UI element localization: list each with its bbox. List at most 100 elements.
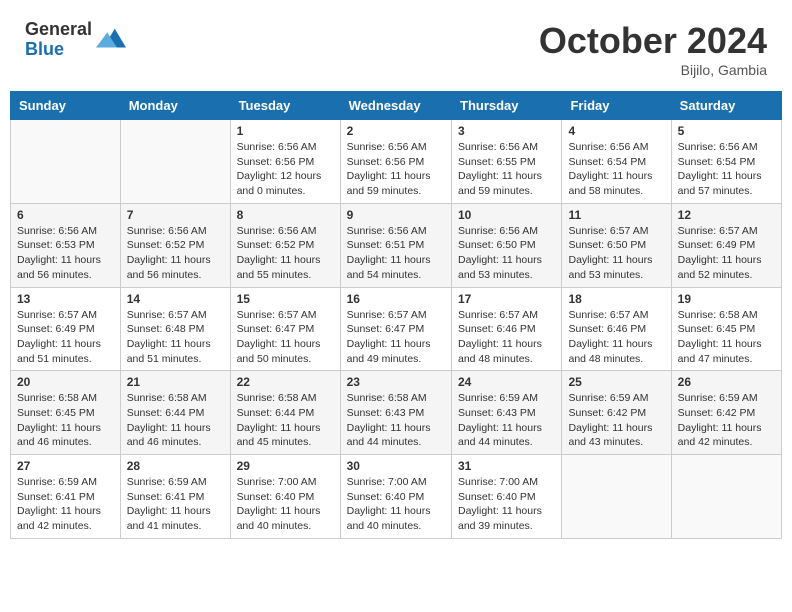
day-number: 5 bbox=[678, 124, 775, 138]
day-number: 23 bbox=[347, 375, 445, 389]
calendar-cell: 8 Sunrise: 6:56 AMSunset: 6:52 PMDaylight… bbox=[230, 203, 340, 287]
day-number: 2 bbox=[347, 124, 445, 138]
calendar-cell bbox=[671, 455, 781, 539]
month-title: October 2024 bbox=[539, 20, 767, 62]
calendar-table: Sunday Monday Tuesday Wednesday Thursday… bbox=[10, 91, 782, 539]
day-number: 27 bbox=[17, 459, 114, 473]
calendar-week-3: 13 Sunrise: 6:57 AMSunset: 6:49 PMDayligh… bbox=[11, 287, 782, 371]
col-thursday: Thursday bbox=[452, 92, 562, 120]
calendar-cell: 28Sunrise: 6:59 AMSunset: 6:41 PMDayligh… bbox=[120, 455, 230, 539]
day-info: Sunrise: 6:57 AMSunset: 6:48 PMDaylight:… bbox=[127, 308, 224, 367]
calendar-cell: 7 Sunrise: 6:56 AMSunset: 6:52 PMDaylight… bbox=[120, 203, 230, 287]
calendar-week-4: 20 Sunrise: 6:58 AMSunset: 6:45 PMDayligh… bbox=[11, 371, 782, 455]
day-number: 11 bbox=[568, 208, 664, 222]
logo: General Blue bbox=[25, 20, 126, 60]
day-number: 21 bbox=[127, 375, 224, 389]
logo-icon bbox=[96, 25, 126, 55]
day-info: Sunrise: 6:56 AMSunset: 6:53 PMDaylight:… bbox=[17, 224, 114, 283]
col-saturday: Saturday bbox=[671, 92, 781, 120]
day-number: 4 bbox=[568, 124, 664, 138]
calendar-header: Sunday Monday Tuesday Wednesday Thursday… bbox=[11, 92, 782, 120]
day-info: Sunrise: 6:56 AMSunset: 6:54 PMDaylight:… bbox=[678, 140, 775, 199]
day-info: Sunrise: 6:58 AMSunset: 6:43 PMDaylight:… bbox=[347, 391, 445, 450]
day-number: 8 bbox=[237, 208, 334, 222]
day-number: 12 bbox=[678, 208, 775, 222]
calendar-cell: 30Sunrise: 7:00 AMSunset: 6:40 PMDayligh… bbox=[340, 455, 451, 539]
calendar-cell: 4 Sunrise: 6:56 AMSunset: 6:54 PMDaylight… bbox=[562, 120, 671, 204]
day-info: Sunrise: 7:00 AMSunset: 6:40 PMDaylight:… bbox=[347, 475, 445, 534]
logo-general-text: General bbox=[25, 20, 92, 40]
day-number: 25 bbox=[568, 375, 664, 389]
day-info: Sunrise: 6:58 AMSunset: 6:45 PMDaylight:… bbox=[678, 308, 775, 367]
calendar-cell: 20 Sunrise: 6:58 AMSunset: 6:45 PMDayligh… bbox=[11, 371, 121, 455]
calendar-cell: 18 Sunrise: 6:57 AMSunset: 6:46 PMDayligh… bbox=[562, 287, 671, 371]
day-info: Sunrise: 6:56 AMSunset: 6:54 PMDaylight:… bbox=[568, 140, 664, 199]
day-info: Sunrise: 7:00 AMSunset: 6:40 PMDaylight:… bbox=[237, 475, 334, 534]
col-friday: Friday bbox=[562, 92, 671, 120]
calendar-cell: 17Sunrise: 6:57 AMSunset: 6:46 PMDayligh… bbox=[452, 287, 562, 371]
day-number: 31 bbox=[458, 459, 555, 473]
calendar-cell: 1Sunrise: 6:56 AMSunset: 6:56 PMDaylight… bbox=[230, 120, 340, 204]
day-number: 9 bbox=[347, 208, 445, 222]
calendar-body: 1Sunrise: 6:56 AMSunset: 6:56 PMDaylight… bbox=[11, 120, 782, 539]
day-info: Sunrise: 6:56 AMSunset: 6:52 PMDaylight:… bbox=[127, 224, 224, 283]
calendar-cell: 21 Sunrise: 6:58 AMSunset: 6:44 PMDayligh… bbox=[120, 371, 230, 455]
day-info: Sunrise: 6:58 AMSunset: 6:44 PMDaylight:… bbox=[127, 391, 224, 450]
day-number: 28 bbox=[127, 459, 224, 473]
day-info: Sunrise: 6:58 AMSunset: 6:45 PMDaylight:… bbox=[17, 391, 114, 450]
calendar-cell: 22Sunrise: 6:58 AMSunset: 6:44 PMDayligh… bbox=[230, 371, 340, 455]
calendar-cell: 23 Sunrise: 6:58 AMSunset: 6:43 PMDayligh… bbox=[340, 371, 451, 455]
day-number: 13 bbox=[17, 292, 114, 306]
day-info: Sunrise: 6:57 AMSunset: 6:49 PMDaylight:… bbox=[678, 224, 775, 283]
col-wednesday: Wednesday bbox=[340, 92, 451, 120]
day-number: 14 bbox=[127, 292, 224, 306]
calendar-cell: 13 Sunrise: 6:57 AMSunset: 6:49 PMDayligh… bbox=[11, 287, 121, 371]
day-info: Sunrise: 6:56 AMSunset: 6:55 PMDaylight:… bbox=[458, 140, 555, 199]
day-info: Sunrise: 6:56 AMSunset: 6:52 PMDaylight:… bbox=[237, 224, 334, 283]
day-info: Sunrise: 6:57 AMSunset: 6:47 PMDaylight:… bbox=[237, 308, 334, 367]
day-info: Sunrise: 6:59 AMSunset: 6:41 PMDaylight:… bbox=[17, 475, 114, 534]
calendar-cell: 29Sunrise: 7:00 AMSunset: 6:40 PMDayligh… bbox=[230, 455, 340, 539]
calendar-cell: 19Sunrise: 6:58 AMSunset: 6:45 PMDayligh… bbox=[671, 287, 781, 371]
day-number: 26 bbox=[678, 375, 775, 389]
calendar-cell: 5 Sunrise: 6:56 AMSunset: 6:54 PMDaylight… bbox=[671, 120, 781, 204]
calendar-week-5: 27 Sunrise: 6:59 AMSunset: 6:41 PMDayligh… bbox=[11, 455, 782, 539]
calendar-cell: 24 Sunrise: 6:59 AMSunset: 6:43 PMDayligh… bbox=[452, 371, 562, 455]
title-block: October 2024 Bijilo, Gambia bbox=[539, 20, 767, 78]
col-sunday: Sunday bbox=[11, 92, 121, 120]
calendar-cell: 15 Sunrise: 6:57 AMSunset: 6:47 PMDayligh… bbox=[230, 287, 340, 371]
calendar-cell: 26 Sunrise: 6:59 AMSunset: 6:42 PMDayligh… bbox=[671, 371, 781, 455]
calendar-cell bbox=[11, 120, 121, 204]
header-row: Sunday Monday Tuesday Wednesday Thursday… bbox=[11, 92, 782, 120]
logo-blue-text: Blue bbox=[25, 40, 92, 60]
calendar-cell: 14 Sunrise: 6:57 AMSunset: 6:48 PMDayligh… bbox=[120, 287, 230, 371]
col-monday: Monday bbox=[120, 92, 230, 120]
day-info: Sunrise: 6:59 AMSunset: 6:43 PMDaylight:… bbox=[458, 391, 555, 450]
day-info: Sunrise: 6:57 AMSunset: 6:47 PMDaylight:… bbox=[347, 308, 445, 367]
day-info: Sunrise: 6:56 AMSunset: 6:56 PMDaylight:… bbox=[347, 140, 445, 199]
day-info: Sunrise: 6:59 AMSunset: 6:42 PMDaylight:… bbox=[678, 391, 775, 450]
day-number: 7 bbox=[127, 208, 224, 222]
day-number: 3 bbox=[458, 124, 555, 138]
day-number: 18 bbox=[568, 292, 664, 306]
calendar-week-1: 1Sunrise: 6:56 AMSunset: 6:56 PMDaylight… bbox=[11, 120, 782, 204]
calendar-cell: 16Sunrise: 6:57 AMSunset: 6:47 PMDayligh… bbox=[340, 287, 451, 371]
day-info: Sunrise: 6:57 AMSunset: 6:46 PMDaylight:… bbox=[458, 308, 555, 367]
day-number: 6 bbox=[17, 208, 114, 222]
day-info: Sunrise: 6:56 AMSunset: 6:56 PMDaylight:… bbox=[237, 140, 334, 199]
calendar-cell: 27 Sunrise: 6:59 AMSunset: 6:41 PMDayligh… bbox=[11, 455, 121, 539]
calendar-cell: 2 Sunrise: 6:56 AMSunset: 6:56 PMDaylight… bbox=[340, 120, 451, 204]
day-number: 24 bbox=[458, 375, 555, 389]
page-header: General Blue October 2024 Bijilo, Gambia bbox=[10, 10, 782, 83]
calendar-cell: 3 Sunrise: 6:56 AMSunset: 6:55 PMDaylight… bbox=[452, 120, 562, 204]
day-number: 15 bbox=[237, 292, 334, 306]
day-info: Sunrise: 6:57 AMSunset: 6:49 PMDaylight:… bbox=[17, 308, 114, 367]
day-number: 10 bbox=[458, 208, 555, 222]
calendar-cell bbox=[120, 120, 230, 204]
day-info: Sunrise: 6:56 AMSunset: 6:51 PMDaylight:… bbox=[347, 224, 445, 283]
day-info: Sunrise: 6:57 AMSunset: 6:46 PMDaylight:… bbox=[568, 308, 664, 367]
day-number: 20 bbox=[17, 375, 114, 389]
day-info: Sunrise: 6:59 AMSunset: 6:42 PMDaylight:… bbox=[568, 391, 664, 450]
calendar-cell: 6 Sunrise: 6:56 AMSunset: 6:53 PMDaylight… bbox=[11, 203, 121, 287]
col-tuesday: Tuesday bbox=[230, 92, 340, 120]
